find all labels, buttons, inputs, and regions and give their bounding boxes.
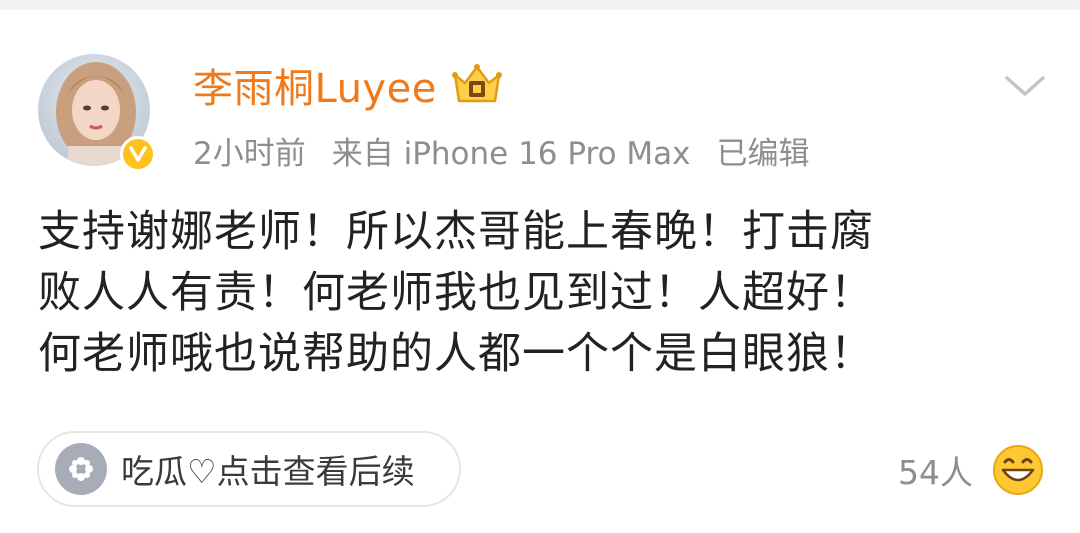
- reaction-count[interactable]: 54人: [898, 448, 973, 492]
- author-name[interactable]: 李雨桐Luyee: [193, 56, 437, 114]
- post-time: 2小时前: [193, 135, 306, 172]
- content-line: 何老师哦也说帮助的人都一个个是白眼狼！: [38, 329, 874, 379]
- edited-label[interactable]: 已编辑: [717, 128, 810, 173]
- top-divider: [0, 0, 1080, 10]
- topic-link-button[interactable]: 吃瓜♡点击查看后续: [37, 431, 461, 507]
- grin-emoji-icon[interactable]: [992, 444, 1044, 496]
- content-line: 支持谢娜老师！所以杰哥能上春晚！打击腐: [38, 207, 874, 257]
- post-source: 来自 iPhone 16 Pro Max: [331, 135, 691, 172]
- content-line: 败人人有责！何老师我也见到过！人超好！: [38, 268, 874, 318]
- post-content[interactable]: 支持谢娜老师！所以杰哥能上春晚！打击腐 败人人有责！何老师我也见到过！人超好！ …: [38, 202, 1038, 385]
- post-meta: 2小时前 来自 iPhone 16 Pro Max 已编辑: [193, 128, 836, 172]
- verified-v-icon: [120, 136, 156, 172]
- crown-icon[interactable]: [449, 61, 505, 109]
- melon-icon: [55, 443, 107, 495]
- topic-label: 吃瓜♡点击查看后续: [121, 452, 415, 491]
- author-avatar[interactable]: [38, 54, 160, 176]
- author-name-row[interactable]: 李雨桐Luyee: [193, 60, 505, 112]
- chevron-down-icon[interactable]: [1001, 70, 1049, 102]
- weibo-post-card: 李雨桐Luyee 2小时前 来自 iPhone 16 Pro Max 已编辑 支…: [0, 10, 1080, 533]
